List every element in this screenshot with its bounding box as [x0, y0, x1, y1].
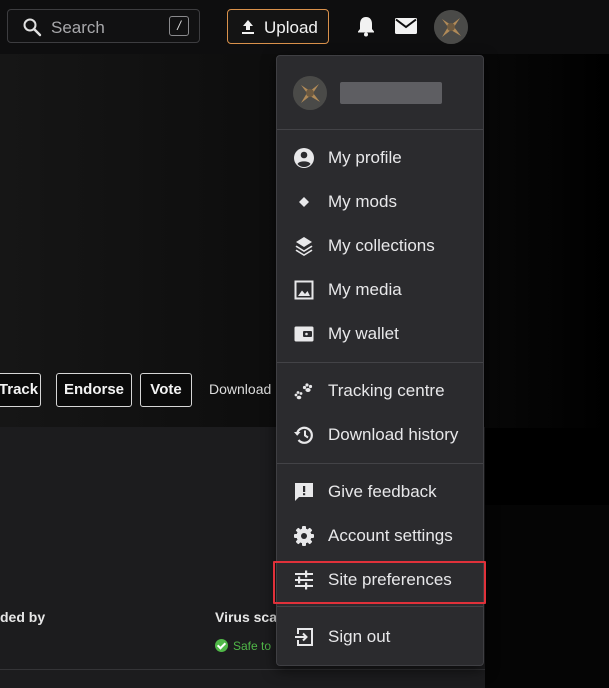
menu-item-label: Sign out [328, 627, 391, 646]
menu-item-sign-out[interactable]: Sign out [277, 615, 483, 659]
check-icon [215, 639, 228, 652]
bell-icon[interactable] [355, 15, 377, 37]
upload-button[interactable]: Upload [227, 9, 329, 44]
menu-item-label: My collections [328, 236, 435, 255]
track-button[interactable]: Track [0, 373, 41, 407]
wallet-icon [294, 326, 314, 342]
search-placeholder: Search [51, 18, 105, 37]
layers-icon [295, 237, 313, 256]
paw-prints-icon [294, 383, 313, 400]
search-input[interactable]: Search / [7, 9, 200, 43]
username-redacted [340, 82, 442, 104]
history-icon [294, 426, 313, 444]
menu-item-give-feedback[interactable]: Give feedback [277, 470, 483, 514]
menu-avatar [293, 76, 327, 110]
divider [0, 669, 485, 670]
feedback-icon [295, 483, 313, 501]
vote-button[interactable]: Vote [140, 373, 192, 407]
diamond-icon [299, 197, 309, 207]
downloads-label: Download [209, 381, 272, 397]
virus-scan-status: Safe to [215, 639, 271, 653]
upload-icon [242, 20, 254, 34]
uploaded-by-label: ded by [0, 609, 46, 625]
menu-item-my-wallet[interactable]: My wallet [277, 312, 483, 356]
menu-item-download-history[interactable]: Download history [277, 413, 483, 457]
top-bar: Search / Upload [0, 0, 609, 54]
menu-item-label: Give feedback [328, 482, 437, 501]
safe-label: Safe to [233, 639, 272, 653]
mail-icon[interactable] [394, 17, 418, 35]
sign-out-icon [295, 628, 313, 646]
upload-label: Upload [264, 18, 318, 37]
menu-item-my-media[interactable]: My media [277, 268, 483, 312]
menu-item-my-profile[interactable]: My profile [277, 136, 483, 180]
menu-divider [277, 362, 483, 363]
right-background [485, 505, 609, 688]
endorse-button[interactable]: Endorse [56, 373, 132, 407]
menu-item-label: My wallet [328, 324, 399, 343]
menu-item-label: My mods [328, 192, 397, 211]
menu-item-my-mods[interactable]: My mods [277, 180, 483, 224]
menu-item-label: My profile [328, 148, 402, 167]
menu-divider [277, 129, 483, 130]
avatar[interactable] [434, 10, 468, 44]
menu-item-label: Download history [328, 425, 459, 444]
search-shortcut-key: / [169, 16, 189, 36]
menu-item-tracking-centre[interactable]: Tracking centre [277, 369, 483, 413]
menu-divider [277, 606, 483, 607]
site-preferences-highlight [273, 561, 486, 604]
menu-item-my-collections[interactable]: My collections [277, 224, 483, 268]
menu-item-account-settings[interactable]: Account settings [277, 514, 483, 558]
menu-item-label: Account settings [328, 526, 453, 545]
virus-scan-label: Virus sca [215, 609, 278, 625]
menu-item-label: Tracking centre [328, 381, 445, 400]
user-circle-icon [294, 148, 314, 168]
menu-divider [277, 463, 483, 464]
search-icon [23, 18, 42, 37]
menu-item-label: My media [328, 280, 402, 299]
gear-icon [294, 526, 314, 546]
image-icon [294, 280, 314, 300]
